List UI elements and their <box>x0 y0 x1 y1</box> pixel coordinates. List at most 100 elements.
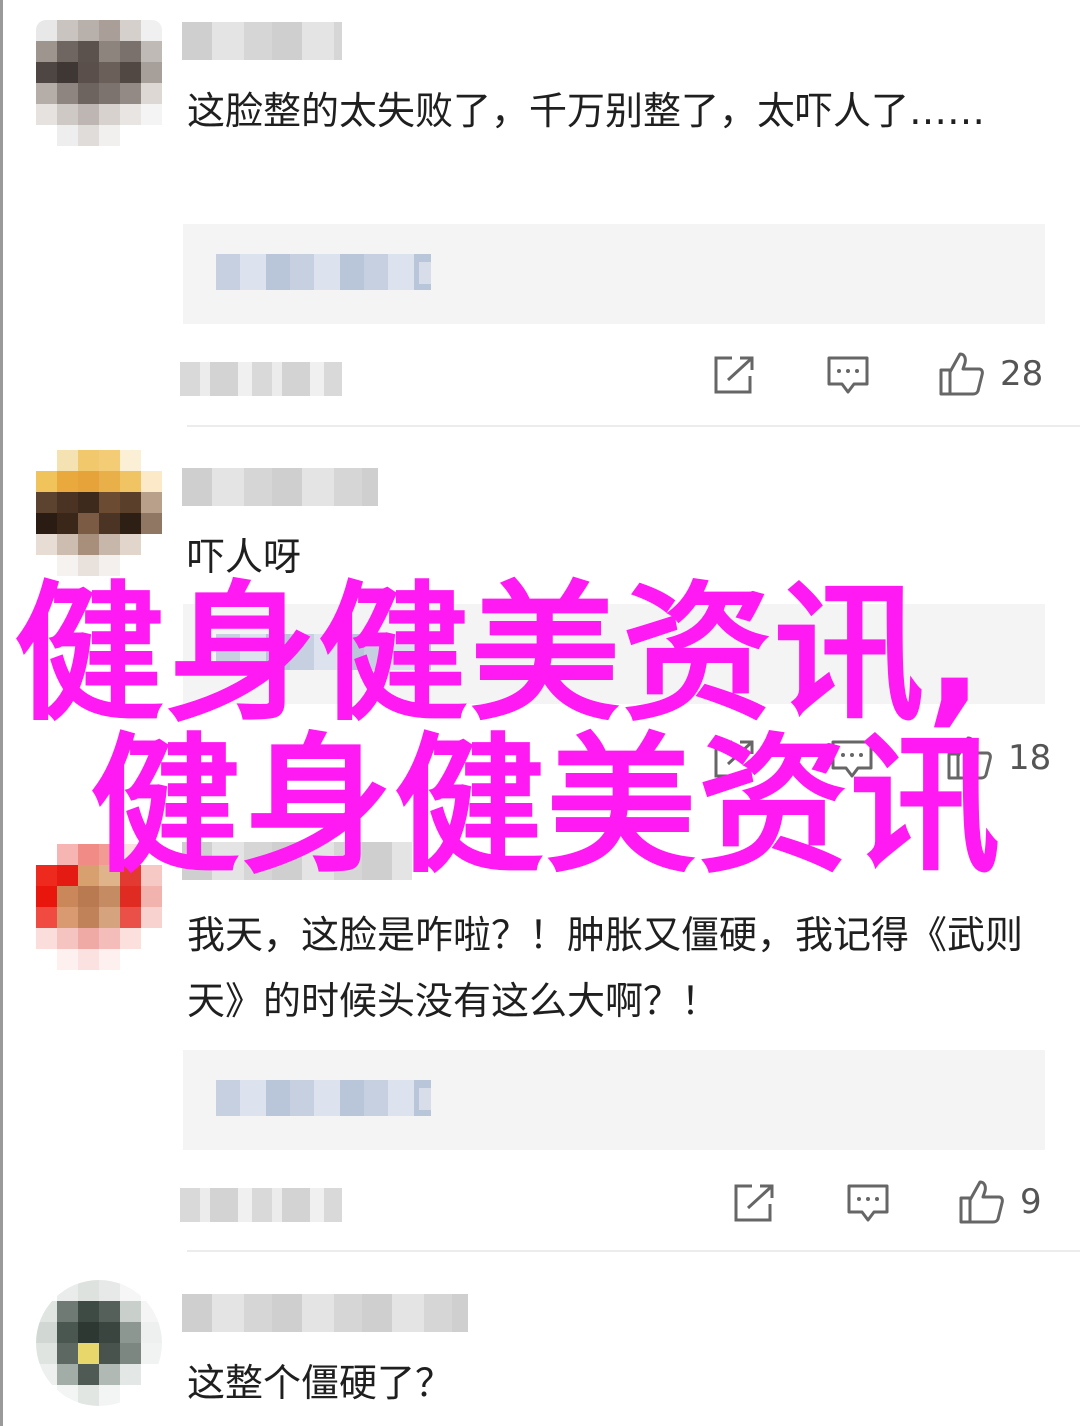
avatar-pixel <box>36 907 57 928</box>
comment-text: 这脸整的太失败了，千万别整了，太吓人了…… <box>187 89 986 133</box>
avatar-pixel <box>36 886 57 907</box>
avatar-pixel <box>57 865 78 886</box>
avatar-pixel <box>57 886 78 907</box>
avatar-pixel <box>57 41 78 62</box>
like-button[interactable]: 9 <box>958 1178 1042 1226</box>
avatar-pixel <box>57 1385 78 1406</box>
avatar-pixel <box>36 104 57 125</box>
reply-text-blurred-end <box>419 1088 431 1110</box>
avatar-pixel <box>36 1280 57 1301</box>
avatar-pixel <box>141 1280 162 1301</box>
avatar-pixel <box>141 471 162 492</box>
comment-text: 这整个僵硬了？ <box>187 1361 454 1405</box>
avatar-pixel <box>141 1322 162 1343</box>
comment-text: 我天，这脸是咋啦？！肿胀又僵硬，我记得《武则天》的时候头没有这么大啊？！ <box>187 913 1024 1023</box>
avatar-pixel <box>78 928 99 949</box>
reply-preview[interactable] <box>183 224 1045 324</box>
avatar-pixel <box>57 1301 78 1322</box>
avatar-pixel <box>99 907 120 928</box>
reply-preview[interactable] <box>183 1050 1045 1150</box>
avatar-pixel <box>36 62 57 83</box>
share-button[interactable] <box>732 1182 776 1224</box>
avatar-pixel <box>99 492 120 513</box>
avatar-pixel <box>141 513 162 534</box>
avatar-pixel <box>120 1343 141 1364</box>
avatar-pixel <box>99 41 120 62</box>
avatar-pixel <box>78 62 99 83</box>
avatar-pixel <box>57 20 78 41</box>
avatar-pixel <box>36 1343 57 1364</box>
avatar-pixel <box>99 125 120 146</box>
avatar-pixel <box>120 907 141 928</box>
avatar-pixel <box>120 62 141 83</box>
avatar-pixel <box>78 1364 99 1385</box>
avatar-pixel <box>57 471 78 492</box>
avatar-pixel <box>36 865 57 886</box>
avatar[interactable] <box>36 1280 162 1406</box>
avatar[interactable] <box>36 450 162 576</box>
avatar-pixel <box>78 125 99 146</box>
avatar-pixel <box>36 1364 57 1385</box>
avatar-pixel <box>120 1301 141 1322</box>
like-button[interactable]: 28 <box>938 350 1043 398</box>
avatar-pixel <box>78 534 99 555</box>
avatar-pixel <box>78 907 99 928</box>
avatar[interactable] <box>36 20 162 146</box>
share-icon <box>734 1184 774 1222</box>
avatar-pixel <box>78 492 99 513</box>
avatar-pixel <box>36 471 57 492</box>
avatar-pixel <box>57 928 78 949</box>
avatar-pixel <box>99 471 120 492</box>
avatar-pixel <box>78 41 99 62</box>
avatar-pixel <box>120 83 141 104</box>
avatar-pixel <box>36 1301 57 1322</box>
avatar-pixel <box>99 83 120 104</box>
avatar-pixel <box>99 513 120 534</box>
avatar-pixel <box>78 1385 99 1406</box>
avatar-pixel <box>78 1301 99 1322</box>
avatar-pixel <box>78 1280 99 1301</box>
avatar-pixel <box>78 83 99 104</box>
avatar-pixel <box>120 20 141 41</box>
avatar-pixel <box>99 104 120 125</box>
avatar-pixel <box>36 1322 57 1343</box>
avatar-pixel <box>99 20 120 41</box>
reply-button[interactable] <box>846 1182 890 1224</box>
avatar-pixel <box>141 907 162 928</box>
avatar-pixel <box>36 949 57 970</box>
avatar-pixel <box>36 125 57 146</box>
avatar-pixel <box>120 492 141 513</box>
avatar-pixel <box>57 104 78 125</box>
avatar-pixel <box>120 104 141 125</box>
avatar-pixel <box>57 492 78 513</box>
username-blurred[interactable] <box>182 468 378 506</box>
avatar-pixel <box>36 928 57 949</box>
comment-icon <box>847 1184 889 1222</box>
share-button[interactable] <box>712 354 756 396</box>
avatar-pixel <box>57 83 78 104</box>
avatar-pixel <box>141 949 162 970</box>
username-blurred[interactable] <box>182 22 342 60</box>
avatar-pixel <box>120 125 141 146</box>
avatar-pixel <box>120 1385 141 1406</box>
avatar-pixel <box>78 20 99 41</box>
avatar-pixel <box>141 41 162 62</box>
avatar-pixel <box>57 1343 78 1364</box>
avatar-pixel <box>99 1322 120 1343</box>
avatar-pixel <box>78 104 99 125</box>
avatar-pixel <box>99 62 120 83</box>
avatar-pixel <box>141 62 162 83</box>
avatar-pixel <box>99 1280 120 1301</box>
avatar-pixel <box>36 844 57 865</box>
avatar-pixel <box>57 125 78 146</box>
avatar-pixel <box>120 450 141 471</box>
avatar-pixel <box>141 492 162 513</box>
avatar-pixel <box>120 534 141 555</box>
avatar-pixel <box>99 1343 120 1364</box>
avatar-pixel <box>57 1322 78 1343</box>
like-count: 9 <box>1020 1182 1042 1222</box>
avatar-pixel <box>36 1385 57 1406</box>
username-blurred[interactable] <box>182 1294 468 1332</box>
avatar-pixel <box>141 125 162 146</box>
reply-button[interactable] <box>826 354 870 396</box>
